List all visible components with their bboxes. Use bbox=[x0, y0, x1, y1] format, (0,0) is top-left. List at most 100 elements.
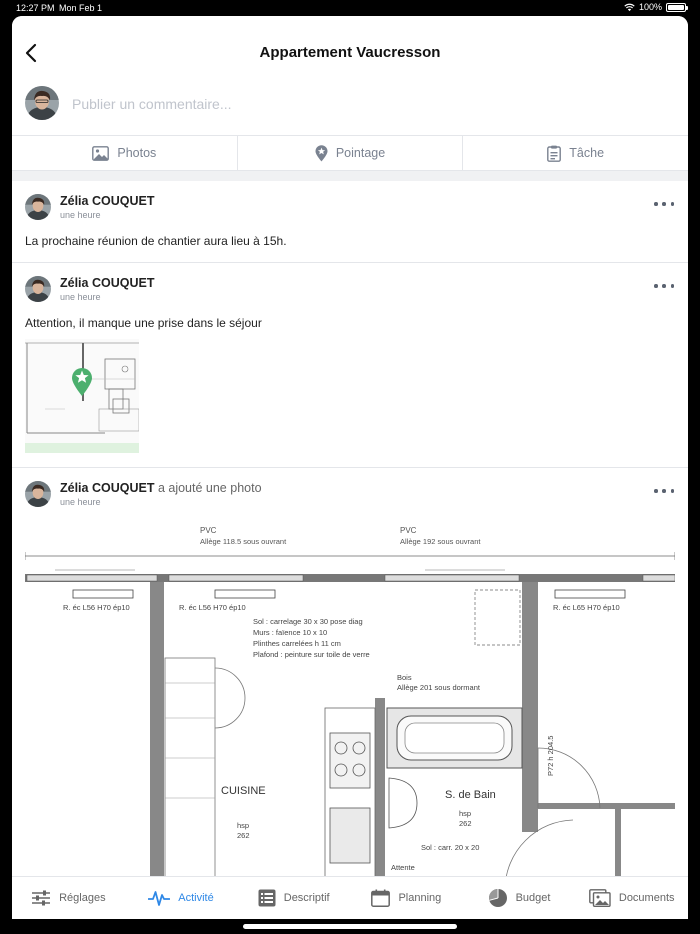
more-options-button[interactable] bbox=[654, 281, 674, 291]
post-header: Zélia COUQUET a ajouté une photo une heu… bbox=[12, 468, 688, 508]
post-text: Attention, il manque une prise dans le s… bbox=[25, 316, 262, 330]
room-label: S. de Bain bbox=[445, 789, 496, 801]
more-dot bbox=[662, 202, 666, 206]
tab-label: Budget bbox=[515, 892, 551, 904]
comment-composer bbox=[12, 82, 688, 136]
post-author: Zélia COUQUET bbox=[60, 194, 154, 208]
plan-label: P72 h 204.5 bbox=[546, 736, 555, 776]
avatar bbox=[25, 481, 51, 507]
tab-reglages[interactable]: Réglages bbox=[12, 877, 125, 919]
plan-label: Bois bbox=[397, 673, 412, 682]
plan-label: R. éc L56 H70 ép10 bbox=[63, 603, 130, 612]
plan-thumbnail-image bbox=[25, 339, 140, 453]
room-label: CUISINE bbox=[221, 785, 266, 797]
more-dot bbox=[670, 489, 674, 493]
wifi-icon bbox=[624, 3, 635, 11]
plan-label: Attente bbox=[391, 863, 415, 872]
battery-icon bbox=[666, 2, 688, 12]
avatar bbox=[25, 276, 51, 302]
navigation-bar: Appartement Vaucresson bbox=[12, 16, 688, 90]
avatar bbox=[25, 86, 59, 120]
author-name: Zélia COUQUET bbox=[60, 194, 155, 208]
status-right: 100% bbox=[624, 2, 688, 12]
location-pin-icon bbox=[315, 144, 328, 161]
post-action-verb: a ajouté une photo bbox=[157, 481, 262, 495]
post-text: La prochaine réunion de chantier aura li… bbox=[25, 234, 287, 248]
post-time: une heure bbox=[60, 292, 101, 302]
documents-icon bbox=[588, 889, 611, 907]
plan-label: R. éc L65 H70 ép10 bbox=[553, 603, 620, 612]
battery-fill bbox=[668, 4, 684, 10]
plan-label: Allège 118.5 sous ouvrant bbox=[200, 537, 287, 546]
tab-label: Activité bbox=[178, 892, 214, 904]
tab-planning[interactable]: Planning bbox=[350, 877, 463, 919]
battery-percent: 100% bbox=[638, 2, 662, 12]
plan-label: hsp bbox=[459, 809, 471, 818]
plan-thumbnail[interactable] bbox=[25, 339, 140, 453]
more-dot bbox=[670, 202, 674, 206]
home-indicator[interactable] bbox=[243, 924, 457, 929]
plan-label: R. éc L56 H70 ép10 bbox=[179, 603, 246, 612]
calendar-icon bbox=[371, 889, 391, 907]
status-date: Mon Feb 1 bbox=[59, 3, 103, 13]
pointage-button[interactable]: Pointage bbox=[238, 136, 464, 170]
more-dots-icon bbox=[654, 202, 658, 206]
photos-label: Photos bbox=[117, 146, 157, 160]
plan-label: Sol : carr. 20 x 20 bbox=[421, 843, 479, 852]
post-author: Zélia COUQUET a ajouté une photo bbox=[60, 481, 262, 495]
tab-descriptif[interactable]: Descriptif bbox=[237, 877, 350, 919]
more-options-button[interactable] bbox=[654, 199, 674, 209]
plan-label: Allège 201 sous dormant bbox=[397, 683, 481, 692]
list-icon bbox=[258, 889, 276, 907]
status-bar: 12:27 PM Mon Feb 1 100% bbox=[0, 0, 700, 16]
more-dot bbox=[670, 284, 674, 288]
feed-post: Zélia COUQUET a ajouté une photo une heu… bbox=[12, 468, 688, 876]
author-name: Zélia COUQUET bbox=[60, 276, 155, 290]
tab-documents[interactable]: Documents bbox=[575, 877, 688, 919]
tab-bar: Réglages Activité Descriptif Planning Bu… bbox=[12, 876, 688, 919]
plan-label: 262 bbox=[237, 831, 250, 840]
tab-label: Réglages bbox=[59, 892, 106, 904]
plan-label: PVC bbox=[200, 526, 217, 535]
tab-label: Documents bbox=[618, 892, 675, 904]
feed-post: Zélia COUQUET une heure La prochaine réu… bbox=[12, 181, 688, 263]
floor-plan-image: PVC Allège 118.5 sous ouvrant PVC Allège… bbox=[25, 518, 675, 876]
more-dots-icon bbox=[654, 489, 658, 493]
floor-plan-photo[interactable]: PVC Allège 118.5 sous ouvrant PVC Allège… bbox=[25, 518, 675, 876]
task-label: Tâche bbox=[569, 146, 605, 160]
plan-label: Allège 192 sous ouvrant bbox=[400, 537, 481, 546]
plan-label: PVC bbox=[400, 526, 417, 535]
more-dot bbox=[662, 284, 666, 288]
photos-button[interactable]: Photos bbox=[12, 136, 238, 170]
more-dots-icon bbox=[654, 284, 658, 288]
pointage-label: Pointage bbox=[335, 146, 386, 160]
tab-label: Descriptif bbox=[283, 892, 330, 904]
plan-label: hsp bbox=[237, 821, 249, 830]
tab-activite[interactable]: Activité bbox=[125, 877, 238, 919]
activity-icon bbox=[148, 891, 171, 906]
plan-label: Sol : carrelage 30 x 30 pose diag bbox=[253, 617, 363, 626]
pie-chart-icon bbox=[488, 889, 507, 907]
clipboard-icon bbox=[547, 145, 562, 162]
feed-post: Zélia COUQUET une heure Attention, il ma… bbox=[12, 263, 688, 468]
more-options-button[interactable] bbox=[654, 486, 674, 496]
plan-label: 262 bbox=[459, 819, 472, 828]
post-actions: Photos Pointage Tâche bbox=[12, 135, 688, 171]
tab-budget[interactable]: Budget bbox=[463, 877, 576, 919]
status-time: 12:27 PM bbox=[16, 3, 55, 13]
app-sheet: Appartement Vaucresson Photos bbox=[12, 16, 688, 919]
avatar bbox=[25, 194, 51, 220]
page-title: Appartement Vaucresson bbox=[259, 44, 441, 61]
more-dot bbox=[662, 489, 666, 493]
sliders-icon bbox=[32, 890, 51, 906]
post-header: Zélia COUQUET une heure bbox=[12, 263, 688, 303]
author-name: Zélia COUQUET bbox=[60, 481, 155, 495]
post-author: Zélia COUQUET bbox=[60, 276, 154, 290]
image-icon bbox=[92, 145, 110, 161]
comment-input[interactable] bbox=[72, 92, 662, 116]
post-time: une heure bbox=[60, 497, 101, 507]
plan-label: Plafond : peinture sur toile de verre bbox=[253, 650, 370, 659]
task-button[interactable]: Tâche bbox=[463, 136, 688, 170]
post-header: Zélia COUQUET une heure bbox=[12, 181, 688, 221]
activity-feed: Zélia COUQUET une heure La prochaine réu… bbox=[12, 181, 688, 876]
